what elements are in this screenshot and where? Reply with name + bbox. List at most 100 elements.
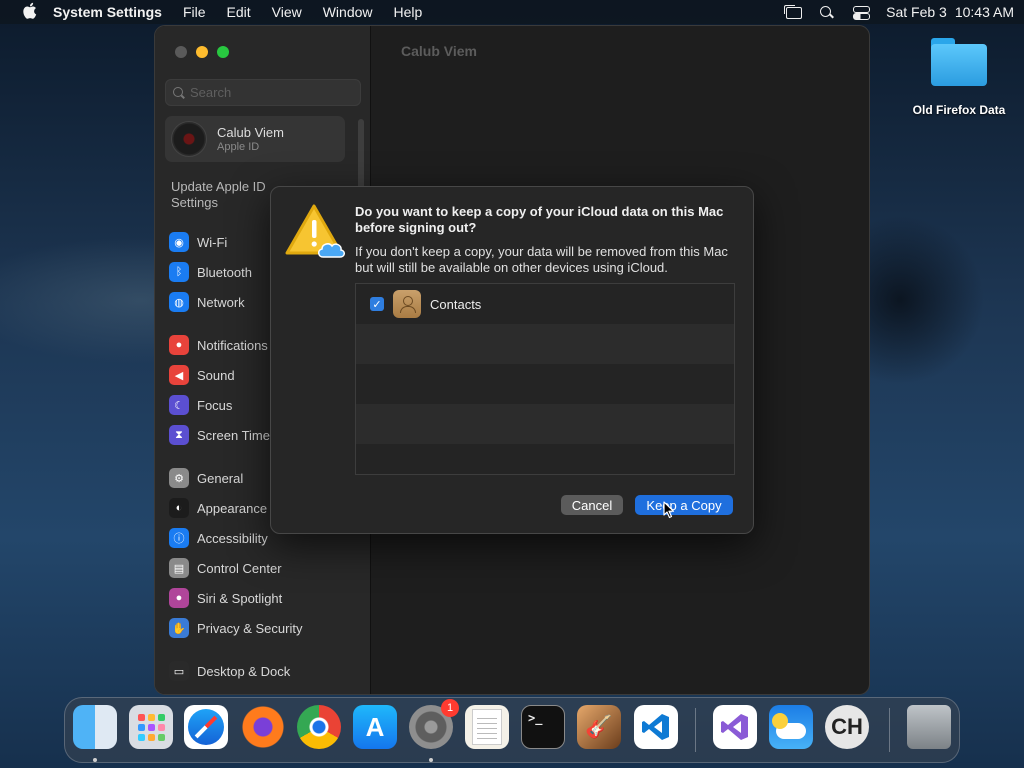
empty-row bbox=[356, 404, 734, 444]
sidebar-item-label: Focus bbox=[197, 397, 233, 413]
ch-app-label: CH bbox=[831, 714, 863, 739]
sidebar-item-label: Appearance bbox=[197, 500, 268, 516]
dock: A 1 >_ 🎸 CH bbox=[64, 697, 960, 763]
launchpad-icon[interactable] bbox=[129, 705, 173, 749]
accessibility-icon: ⓘ bbox=[169, 528, 189, 548]
sidebar-item-wi-fi[interactable]: ◉ Wi-Fi bbox=[169, 231, 227, 253]
dock-separator bbox=[889, 708, 890, 752]
sidebar-item-privacy-security[interactable]: ✋ Privacy & Security bbox=[169, 617, 302, 639]
dialog-title: Do you want to keep a copy of your iClou… bbox=[355, 204, 724, 235]
trash-icon[interactable] bbox=[907, 705, 951, 749]
sidebar-item-label: Accessibility bbox=[197, 530, 268, 546]
menubar-time[interactable]: 10:43 AM bbox=[955, 4, 1014, 20]
list-item-label: Contacts bbox=[430, 296, 482, 312]
sidebar-item-label: Desktop & Dock bbox=[197, 663, 291, 679]
dialog-message: If you don't keep a copy, your data will… bbox=[355, 244, 728, 275]
sidebar-item-focus[interactable]: ☾ Focus bbox=[169, 394, 232, 416]
contacts-icon bbox=[393, 290, 421, 318]
sidebar-item-appearance[interactable]: ◐ Appearance bbox=[169, 497, 267, 519]
notification-badge: 1 bbox=[441, 699, 459, 717]
hourglass-icon: ⧗ bbox=[169, 425, 189, 445]
sign-out-dialog: Do you want to keep a copy of your iClou… bbox=[270, 186, 754, 534]
sidebar-item-network[interactable]: ◍ Network bbox=[169, 291, 245, 313]
warning-icloud-icon bbox=[285, 203, 347, 261]
menu-window[interactable]: Window bbox=[323, 4, 373, 20]
system-settings-icon[interactable]: 1 bbox=[409, 699, 459, 749]
close-window-button[interactable] bbox=[175, 46, 187, 58]
sidebar-item-label: Siri & Spotlight bbox=[197, 590, 283, 606]
siri-icon: ● bbox=[169, 588, 189, 608]
sidebar-search bbox=[165, 79, 361, 106]
list-item[interactable]: ✓ Contacts bbox=[356, 284, 734, 324]
sidebar-item-accessibility[interactable]: ⓘ Accessibility bbox=[169, 527, 268, 549]
account-name: Calub Viem bbox=[217, 125, 284, 140]
terminal-prompt-text: >_ bbox=[528, 711, 543, 725]
finder-icon[interactable] bbox=[73, 705, 117, 749]
vscode-icon[interactable] bbox=[634, 705, 678, 749]
chrome-icon[interactable] bbox=[297, 705, 341, 749]
account-subtitle: Apple ID bbox=[217, 141, 260, 153]
minimize-window-button[interactable] bbox=[196, 46, 208, 58]
mouse-cursor-icon bbox=[663, 501, 675, 519]
garageband-icon[interactable]: 🎸 bbox=[577, 705, 621, 749]
globe-icon: ◍ bbox=[169, 292, 189, 312]
weather-icon[interactable] bbox=[769, 705, 813, 749]
menu-bar: System Settings File Edit View Window He… bbox=[0, 0, 1024, 24]
menu-help[interactable]: Help bbox=[394, 4, 423, 20]
keep-a-copy-button[interactable]: Keep a Copy bbox=[635, 495, 733, 515]
apple-id-account[interactable]: Calub Viem Apple ID bbox=[165, 116, 345, 162]
empty-row bbox=[356, 324, 734, 364]
bell-icon: ● bbox=[169, 335, 189, 355]
sidebar-scrollbar[interactable] bbox=[358, 119, 364, 189]
folder-icon bbox=[929, 36, 989, 88]
speaker-icon: ◀ bbox=[169, 365, 189, 385]
visual-studio-icon[interactable] bbox=[713, 705, 757, 749]
moon-icon: ☾ bbox=[169, 395, 189, 415]
sidebar-item-label: Notifications bbox=[197, 337, 268, 353]
empty-row bbox=[356, 364, 734, 404]
desktop-folder[interactable]: Old Firefox Data bbox=[906, 36, 1012, 117]
dock-separator bbox=[695, 708, 696, 752]
wifi-icon: ◉ bbox=[169, 232, 189, 252]
sidebar-item-desktop-dock[interactable]: ▭ Desktop & Dock bbox=[169, 660, 290, 682]
sidebar-item-label: Network bbox=[197, 294, 245, 310]
sidebar-item-label: General bbox=[197, 470, 244, 486]
sidebar-item-label: Control Center bbox=[197, 560, 282, 576]
search-icon bbox=[172, 86, 186, 100]
contacts-checkbox[interactable]: ✓ bbox=[370, 297, 384, 311]
menu-view[interactable]: View bbox=[272, 4, 302, 20]
spotlight-search-icon[interactable] bbox=[818, 5, 836, 19]
desktop-folder-label: Old Firefox Data bbox=[912, 103, 1006, 117]
terminal-icon[interactable]: >_ bbox=[521, 705, 565, 749]
control-center-icon[interactable] bbox=[852, 5, 871, 20]
icloud-data-list: ✓ Contacts bbox=[355, 283, 735, 475]
sidebar-item-control-center[interactable]: ▤ Control Center bbox=[169, 557, 282, 579]
menubar-date[interactable]: Sat Feb 3 bbox=[886, 4, 947, 20]
menu-file[interactable]: File bbox=[183, 4, 206, 20]
apple-logo-icon[interactable] bbox=[18, 2, 40, 23]
ch-app-icon[interactable]: CH bbox=[825, 705, 869, 749]
sidebar-item-general[interactable]: ⚙ General bbox=[169, 467, 243, 489]
sidebar-item-label: Sound bbox=[197, 367, 235, 383]
sidebar-item-siri-spotlight[interactable]: ● Siri & Spotlight bbox=[169, 587, 282, 609]
sidebar-item-notifications[interactable]: ● Notifications bbox=[169, 334, 268, 356]
cancel-button[interactable]: Cancel bbox=[561, 495, 623, 515]
avatar bbox=[171, 121, 207, 157]
dock-icon: ▭ bbox=[169, 661, 189, 681]
control-center-icon: ▤ bbox=[169, 558, 189, 578]
menu-app-name[interactable]: System Settings bbox=[53, 4, 162, 20]
screen-mirroring-icon[interactable] bbox=[784, 5, 803, 19]
sidebar-item-label: Privacy & Security bbox=[197, 620, 303, 636]
sidebar-item-label: Bluetooth bbox=[197, 264, 252, 280]
sidebar-item-sound[interactable]: ◀ Sound bbox=[169, 364, 235, 386]
sidebar-item-screen-time[interactable]: ⧗ Screen Time bbox=[169, 424, 270, 446]
sidebar-item-bluetooth[interactable]: ᛒ Bluetooth bbox=[169, 261, 252, 283]
textedit-icon[interactable] bbox=[465, 705, 509, 749]
bluetooth-icon: ᛒ bbox=[169, 262, 189, 282]
firefox-icon[interactable] bbox=[241, 705, 285, 749]
app-store-icon[interactable]: A bbox=[353, 705, 397, 749]
menu-edit[interactable]: Edit bbox=[227, 4, 251, 20]
sidebar-search-input[interactable] bbox=[190, 85, 350, 100]
zoom-window-button[interactable] bbox=[217, 46, 229, 58]
safari-icon[interactable] bbox=[184, 705, 228, 749]
